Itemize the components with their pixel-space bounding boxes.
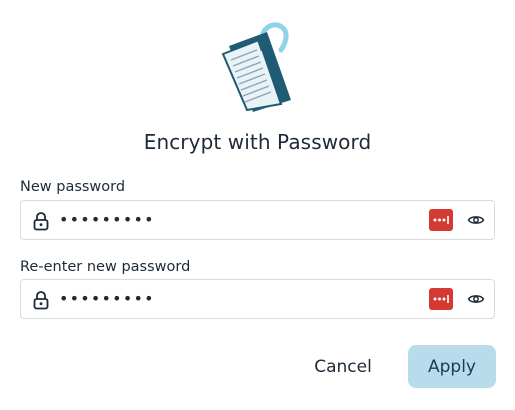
new-password-field[interactable]: ••••••••• (20, 200, 495, 240)
lock-icon (33, 291, 49, 310)
reenter-password-label: Re-enter new password (20, 259, 191, 275)
encrypt-password-dialog: Encrypt with Password New password •••••… (0, 0, 515, 410)
dialog-title: Encrypt with Password (143, 130, 372, 154)
eye-icon[interactable] (467, 292, 485, 306)
reenter-password-value[interactable]: ••••••••• (59, 289, 155, 308)
new-password-value[interactable]: ••••••••• (59, 210, 155, 229)
lock-icon (33, 212, 49, 231)
cancel-button[interactable]: Cancel (300, 345, 386, 388)
password-manager-icon[interactable] (429, 209, 453, 231)
apply-button[interactable]: Apply (408, 345, 496, 388)
new-password-label: New password (20, 179, 126, 195)
encrypted-document-illustration (221, 22, 291, 112)
reenter-password-field[interactable]: ••••••••• (20, 279, 495, 319)
eye-icon[interactable] (467, 213, 485, 227)
password-manager-icon[interactable] (429, 288, 453, 310)
